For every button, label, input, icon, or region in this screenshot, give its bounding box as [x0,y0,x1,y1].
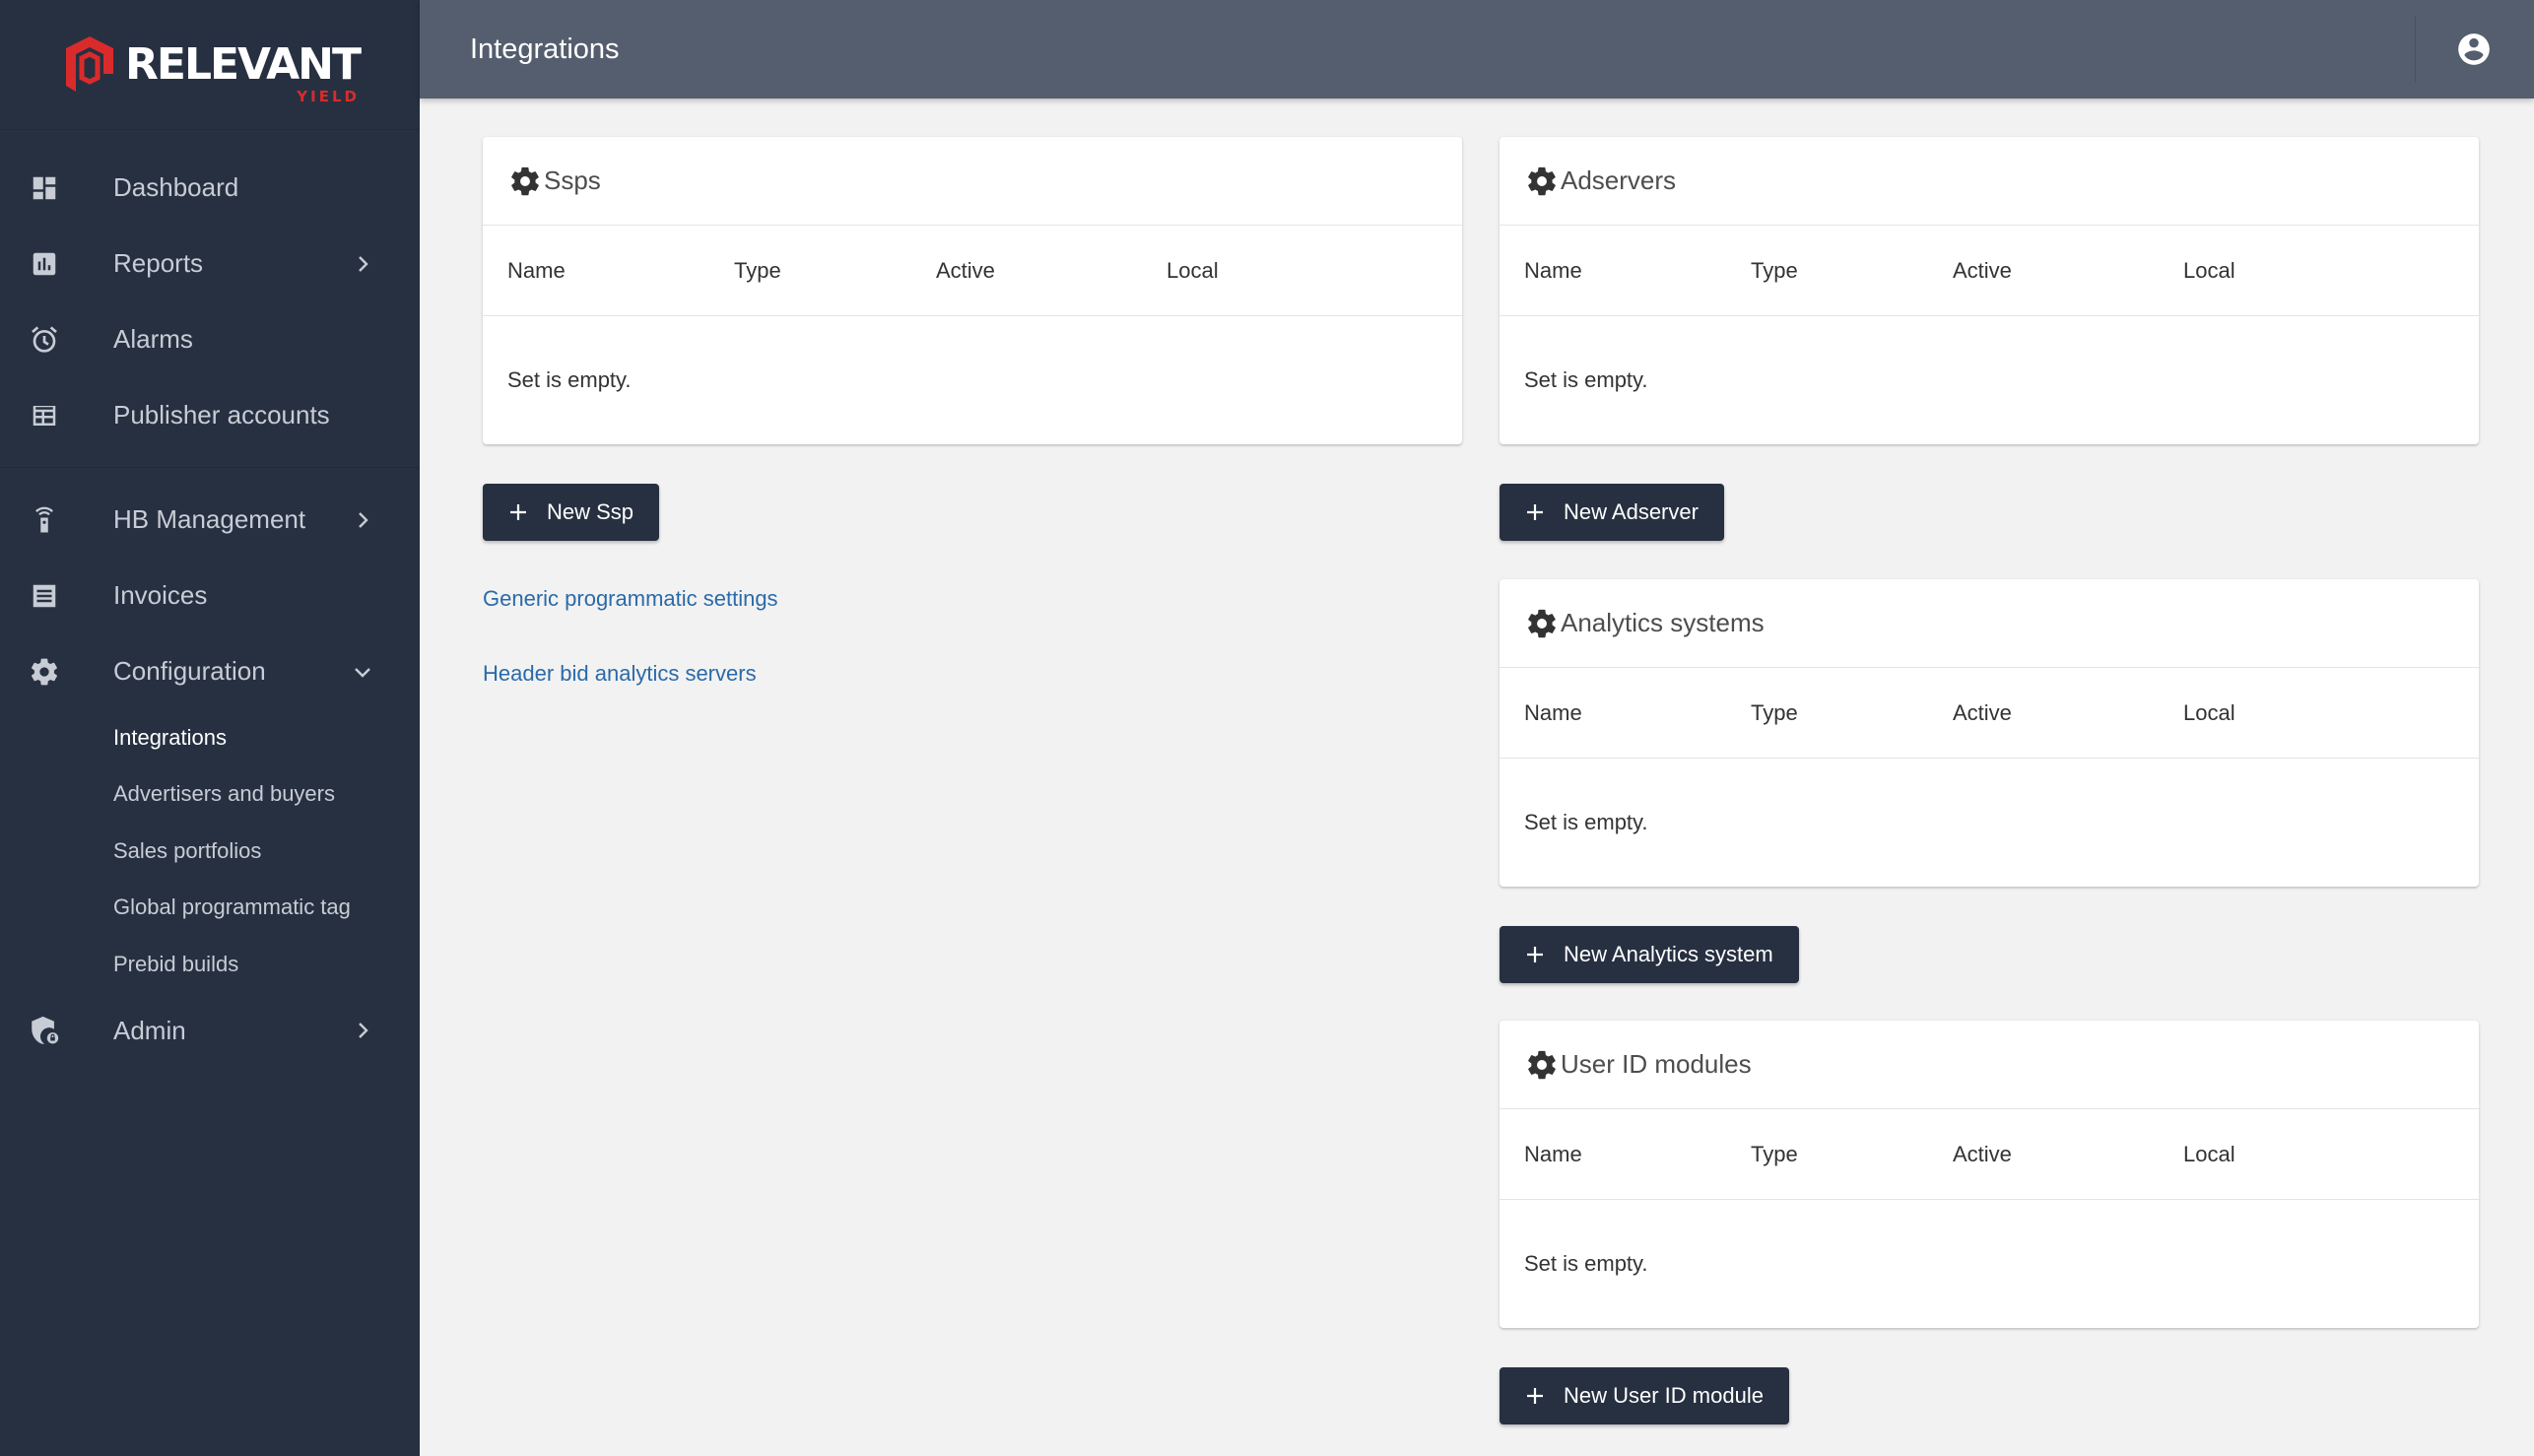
table-header: Name Type Active Local [1500,226,2479,316]
button-label: New Ssp [547,499,634,524]
plus-icon [510,504,526,520]
alarm-icon [28,323,61,357]
table-header: Name Type Active Local [483,226,1462,316]
card-header: Analytics systems [1500,579,2479,668]
brand-logo[interactable]: RELEVANT YIELD [0,0,420,130]
table-header: Name Type Active Local [1500,668,2479,759]
plus-icon [1527,947,1543,962]
gear-icon [28,655,61,689]
sidebar-item-label: Admin [113,1015,186,1045]
card-header: Ssps [483,137,1462,226]
admin-shield-icon [28,1014,61,1047]
generic-programmatic-settings-link[interactable]: Generic programmatic settings [483,586,778,612]
sidebar-item-label: Configuration [113,656,266,686]
column-header-type[interactable]: Type [1751,700,1798,726]
sidebar-subitem-advertisers-and-buyers[interactable]: Advertisers and buyers [0,766,420,824]
column-header-active[interactable]: Active [1953,700,2012,726]
sidebar-item-label: HB Management [113,504,306,534]
brand-mark-icon [66,35,113,92]
plus-icon [1527,1388,1543,1404]
gear-icon [1528,609,1556,637]
analytics-systems-card: Analytics systems Name Type Active Local… [1500,579,2479,887]
sidebar-item-alarms[interactable]: Alarms [0,301,420,377]
card-header: Adservers [1500,137,2479,226]
column-header-name[interactable]: Name [1524,700,1582,726]
column-header-local[interactable]: Local [2183,1142,2235,1167]
sidebar-subitem-prebid-builds[interactable]: Prebid builds [0,936,420,993]
card-title: User ID modules [1561,1049,1752,1079]
adservers-card: Adservers Name Type Active Local Set is … [1500,137,2479,444]
button-label: New Adserver [1564,499,1699,524]
gear-icon [1528,1050,1556,1079]
sidebar-item-hb-management[interactable]: HB Management [0,482,420,558]
column-header-active[interactable]: Active [1953,1142,2012,1167]
gear-icon [1528,166,1556,195]
header-bid-analytics-servers-link[interactable]: Header bid analytics servers [483,661,757,687]
column-header-type[interactable]: Type [734,258,781,284]
sidebar-item-admin[interactable]: Admin [0,993,420,1069]
bar-chart-icon [28,247,61,281]
button-label: New Analytics system [1564,942,1773,966]
chevron-right-icon [359,511,368,528]
card-title: Adservers [1561,165,1677,195]
page-title: Integrations [470,33,620,65]
column-header-local[interactable]: Local [2183,700,2235,726]
topbar-divider [2415,16,2416,83]
column-header-name[interactable]: Name [1524,1142,1582,1167]
brand-sub: YIELD [297,87,360,105]
sidebar-item-publisher-accounts[interactable]: Publisher accounts [0,377,420,453]
sidebar-subitem-sales-portfolios[interactable]: Sales portfolios [0,823,420,880]
column-header-local[interactable]: Local [1167,258,1219,284]
empty-state: Set is empty. [507,367,632,392]
sidebar-subitem-global-programmatic-tag[interactable]: Global programmatic tag [0,880,420,937]
sidebar: RELEVANT YIELD Dashboard Reports Alarms [0,0,420,1456]
chevron-right-icon [359,1023,368,1038]
table-header: Name Type Active Local [1500,1109,2479,1200]
ssps-card: Ssps Name Type Active Local Set is empty… [483,137,1462,444]
sidebar-item-label: Invoices [113,580,208,610]
user-id-modules-card: User ID modules Name Type Active Local S… [1500,1021,2479,1328]
new-analytics-system-button[interactable]: New Analytics system [1500,926,1799,983]
plus-icon [1527,504,1543,520]
new-ssp-button[interactable]: New Ssp [483,484,660,541]
empty-state: Set is empty. [1524,1251,1648,1276]
column-header-name[interactable]: Name [1524,258,1582,284]
chevron-down-icon [355,667,370,678]
sidebar-item-reports[interactable]: Reports [0,226,420,301]
sidebar-item-dashboard[interactable]: Dashboard [0,150,420,226]
card-header: User ID modules [1500,1021,2479,1109]
table-icon [28,399,61,432]
card-title: Ssps [544,165,601,195]
column-header-active[interactable]: Active [936,258,995,284]
sidebar-item-invoices[interactable]: Invoices [0,558,420,633]
gear-icon [511,166,539,195]
column-header-type[interactable]: Type [1751,1142,1798,1167]
account-icon[interactable] [2455,31,2493,68]
empty-state: Set is empty. [1524,367,1648,392]
top-app-bar: Integrations [420,0,2534,99]
sidebar-item-configuration[interactable]: Configuration [0,633,420,709]
sidebar-item-label: Dashboard [113,172,239,202]
sidebar-divider [0,467,420,468]
sidebar-subitem-integrations[interactable]: Integrations [0,709,420,766]
column-header-local[interactable]: Local [2183,258,2235,284]
empty-state: Set is empty. [1524,810,1648,834]
button-label: New User ID module [1564,1383,1764,1408]
chevron-right-icon [359,255,368,272]
sidebar-item-label: Reports [113,248,204,278]
brand-name: RELEVANT [125,38,362,90]
sidebar-item-label: Alarms [113,324,193,354]
new-adserver-button[interactable]: New Adserver [1500,484,1724,541]
remote-icon [28,503,61,537]
invoice-icon [28,579,61,613]
new-user-id-module-button[interactable]: New User ID module [1500,1367,1789,1424]
column-header-type[interactable]: Type [1751,258,1798,284]
column-header-name[interactable]: Name [507,258,566,284]
sidebar-item-label: Publisher accounts [113,400,330,430]
column-header-active[interactable]: Active [1953,258,2012,284]
card-title: Analytics systems [1561,608,1765,637]
dashboard-icon [28,171,61,205]
